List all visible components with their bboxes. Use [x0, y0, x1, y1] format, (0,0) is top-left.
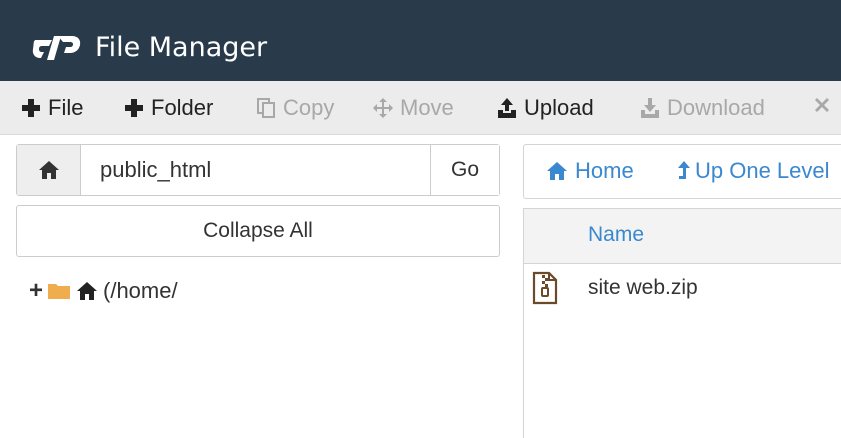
- move-button[interactable]: Move: [372, 94, 454, 122]
- copy-button[interactable]: Copy: [255, 94, 334, 122]
- folder-icon: [48, 284, 70, 299]
- upload-button[interactable]: Upload: [496, 94, 594, 122]
- home-path-button[interactable]: [17, 145, 81, 195]
- table-header: Name: [524, 209, 841, 264]
- new-file-label: File: [48, 95, 84, 120]
- tree-root-item[interactable]: + (/home/: [29, 277, 178, 305]
- collapse-all-button[interactable]: Collapse All: [16, 205, 500, 257]
- app-title: File Manager: [95, 32, 268, 63]
- new-folder-label: Folder: [151, 95, 214, 120]
- plus-icon: [20, 97, 42, 119]
- move-icon: [372, 97, 394, 119]
- file-table: Name site web.zip: [523, 208, 841, 438]
- toolbar: File Folder Copy Move Upload Download: [0, 81, 841, 135]
- copy-label: Copy: [283, 95, 335, 120]
- go-button[interactable]: Go: [430, 145, 499, 195]
- delete-button[interactable]: [811, 94, 839, 116]
- file-name: site web.zip: [588, 276, 698, 299]
- new-file-button[interactable]: File: [20, 94, 83, 122]
- path-input-group: Go: [16, 144, 500, 196]
- home-icon: [77, 282, 97, 300]
- plus-icon: [123, 97, 145, 119]
- tree-root-label: (/home/: [103, 278, 178, 303]
- table-row[interactable]: site web.zip: [524, 265, 841, 313]
- zip-file-icon: [532, 271, 558, 305]
- upload-label: Upload: [524, 95, 594, 120]
- go-label: Go: [450, 158, 479, 181]
- new-folder-button[interactable]: Folder: [123, 94, 213, 122]
- app-header: File Manager: [0, 0, 841, 81]
- column-header-name[interactable]: Name: [588, 223, 644, 247]
- cpanel-logo-icon: [32, 36, 81, 60]
- upload-icon: [496, 97, 518, 119]
- level-up-icon: [678, 161, 690, 179]
- home-icon: [547, 162, 567, 180]
- expand-icon[interactable]: +: [29, 277, 47, 305]
- close-icon: [811, 94, 833, 116]
- home-link[interactable]: Home: [545, 158, 634, 184]
- collapse-all-label: Collapse All: [203, 219, 313, 242]
- up-one-level-link[interactable]: Up One Level: [677, 158, 830, 184]
- download-button[interactable]: Download: [639, 94, 765, 122]
- up-one-level-label: Up One Level: [695, 158, 830, 183]
- download-label: Download: [667, 95, 765, 120]
- move-label: Move: [400, 95, 454, 120]
- home-icon: [38, 161, 59, 179]
- path-input[interactable]: [82, 145, 431, 195]
- copy-icon: [255, 97, 277, 119]
- home-link-label: Home: [575, 158, 634, 183]
- file-list-nav: Home Up One Level: [523, 144, 841, 199]
- download-icon: [639, 97, 661, 119]
